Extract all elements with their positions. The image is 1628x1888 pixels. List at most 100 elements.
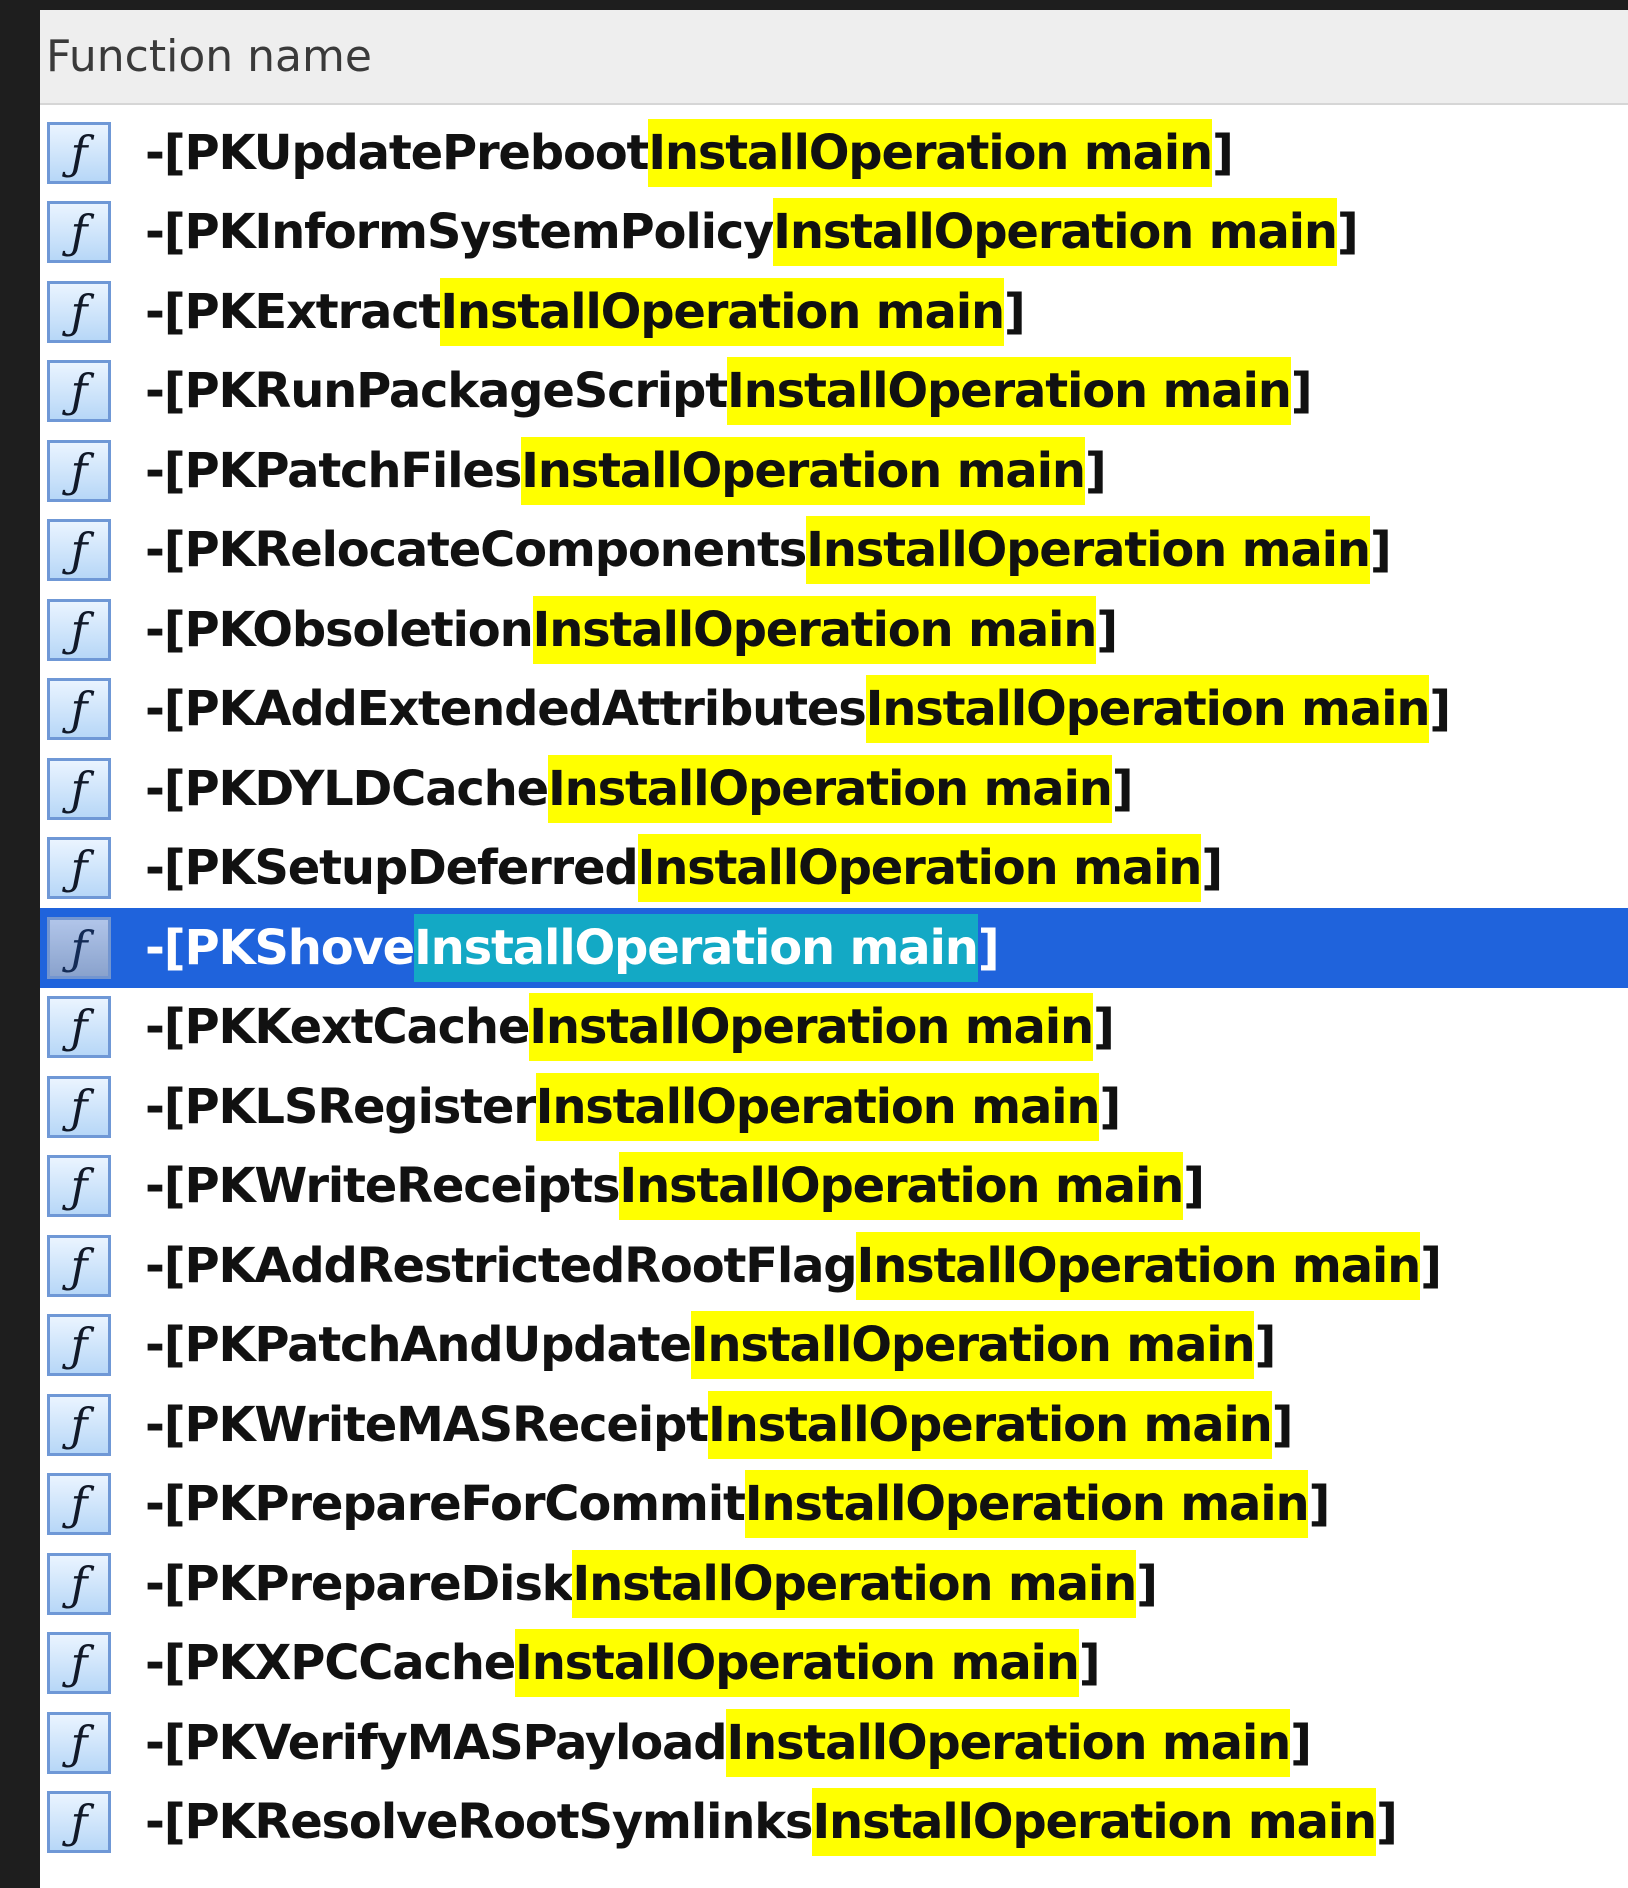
function-name: -[PKKextCacheInstallOperation main]	[145, 993, 1115, 1062]
function-icon: ƒ	[47, 757, 111, 820]
function-name-prefix: -[PKXPCCache	[145, 1635, 516, 1692]
function-name: -[PKPrepareDiskInstallOperation main]	[145, 1549, 1158, 1618]
function-name-suffix: ]	[1084, 442, 1107, 499]
function-name-prefix: -[PKObsoletion	[145, 601, 534, 658]
function-row-selected[interactable]: ƒ -[PKShoveInstallOperation main]	[40, 908, 1628, 988]
function-icon: ƒ	[47, 1314, 111, 1377]
function-row[interactable]: ƒ -[PKResolveRootSymlinksInstallOperation…	[40, 1783, 1628, 1863]
function-icon: ƒ	[47, 1393, 111, 1456]
function-icon: ƒ	[47, 1791, 111, 1854]
function-name: -[PKUpdatePrebootInstallOperation main]	[145, 118, 1234, 187]
function-row[interactable]: ƒ -[PKVerifyMASPayloadInstallOperation ma…	[40, 1703, 1628, 1783]
function-row[interactable]: ƒ -[PKPatchAndUpdateInstallOperation main…	[40, 1306, 1628, 1386]
function-name: -[PKDYLDCacheInstallOperation main]	[145, 754, 1134, 823]
function-icon: ƒ	[47, 280, 111, 343]
function-icon: ƒ	[47, 439, 111, 502]
function-name-prefix: -[PKShove	[145, 919, 415, 976]
function-name: -[PKPrepareForCommitInstallOperation mai…	[145, 1470, 1330, 1539]
function-icon: ƒ	[47, 837, 111, 900]
function-icon: ƒ	[47, 1234, 111, 1297]
function-icon: ƒ	[47, 121, 111, 184]
search-match-highlight: InstallOperation main	[648, 118, 1213, 187]
function-name-prefix: -[PKDYLDCache	[145, 760, 549, 817]
function-name-suffix: ]	[1429, 681, 1451, 738]
function-name-suffix: ]	[1336, 204, 1359, 261]
function-row[interactable]: ƒ -[PKAddRestrictedRootFlagInstallOperati…	[40, 1226, 1628, 1306]
function-row[interactable]: ƒ -[PKWriteReceiptsInstallOperation main]	[40, 1147, 1628, 1227]
function-name: -[PKExtractInstallOperation main]	[145, 277, 1026, 346]
function-name-suffix: ]	[1003, 283, 1026, 340]
search-match-highlight: InstallOperation main	[806, 516, 1371, 585]
function-name: -[PKAddExtendedAttributesInstallOperatio…	[145, 675, 1451, 744]
function-row[interactable]: ƒ -[PKWriteMASReceiptInstallOperation mai…	[40, 1385, 1628, 1465]
function-name: -[PKRelocateComponentsInstallOperation m…	[145, 516, 1392, 585]
search-match-highlight: InstallOperation main	[515, 1629, 1080, 1698]
function-row[interactable]: ƒ -[PKExtractInstallOperation main]	[40, 272, 1628, 352]
function-name-prefix: -[PKWriteMASReceipt	[145, 1396, 709, 1453]
function-name-suffix: ]	[1211, 124, 1234, 181]
function-row[interactable]: ƒ -[PKRelocateComponentsInstallOperation …	[40, 511, 1628, 591]
function-name-prefix: -[PKRunPackageScript	[145, 363, 728, 420]
column-header-function-name[interactable]: Function name	[40, 10, 1628, 105]
search-match-highlight: InstallOperation main	[414, 913, 979, 982]
function-icon: ƒ	[47, 1075, 111, 1138]
function-row[interactable]: ƒ -[PKKextCacheInstallOperation main]	[40, 988, 1628, 1068]
function-icon: ƒ	[47, 916, 111, 979]
function-row[interactable]: ƒ -[PKObsoletionInstallOperation main]	[40, 590, 1628, 670]
function-row[interactable]: ƒ -[PKInformSystemPolicyInstallOperation …	[40, 193, 1628, 273]
function-name: -[PKLSRegisterInstallOperation main]	[145, 1072, 1121, 1141]
function-row[interactable]: ƒ -[PKPatchFilesInstallOperation main]	[40, 431, 1628, 511]
function-name-suffix: ]	[977, 919, 1000, 976]
function-name: -[PKResolveRootSymlinksInstallOperation …	[145, 1788, 1398, 1857]
search-match-highlight: InstallOperation main	[572, 1549, 1137, 1618]
function-row[interactable]: ƒ -[PKRunPackageScriptInstallOperation ma…	[40, 352, 1628, 432]
function-name: -[PKWriteReceiptsInstallOperation main]	[145, 1152, 1205, 1221]
function-name-prefix: -[PKExtract	[145, 283, 441, 340]
function-row[interactable]: ƒ -[PKPrepareDiskInstallOperation main]	[40, 1544, 1628, 1624]
function-icon: ƒ	[47, 519, 111, 582]
function-name-prefix: -[PKInformSystemPolicy	[145, 204, 774, 261]
function-name-prefix: -[PKAddRestrictedRootFlag	[145, 1237, 858, 1294]
function-name-suffix: ]	[1308, 1476, 1330, 1533]
search-match-highlight: InstallOperation main	[521, 436, 1086, 505]
search-match-highlight: InstallOperation main	[726, 357, 1292, 426]
function-name-prefix: -[PKSetupDeferred	[145, 840, 639, 897]
search-match-highlight: InstallOperation main	[744, 1470, 1310, 1539]
search-match-highlight: InstallOperation main	[547, 754, 1113, 823]
search-match-highlight: InstallOperation main	[690, 1311, 1256, 1380]
function-name-prefix: -[PKPrepareForCommit	[145, 1476, 746, 1533]
search-match-highlight: InstallOperation main	[726, 1708, 1291, 1777]
function-name-suffix: ]	[1376, 1794, 1398, 1851]
function-row[interactable]: ƒ -[PKXPCCacheInstallOperation main]	[40, 1624, 1628, 1704]
function-icon: ƒ	[47, 201, 111, 264]
function-name-suffix: ]	[1271, 1396, 1294, 1453]
function-row[interactable]: ƒ -[PKUpdatePrebootInstallOperation main]	[40, 113, 1628, 193]
function-name: -[PKShoveInstallOperation main]	[145, 913, 1000, 982]
function-name: -[PKPatchFilesInstallOperation main]	[145, 436, 1107, 505]
function-name-suffix: ]	[1096, 601, 1118, 658]
function-name-prefix: -[PKResolveRootSymlinks	[145, 1794, 814, 1851]
function-row[interactable]: ƒ -[PKLSRegisterInstallOperation main]	[40, 1067, 1628, 1147]
column-header-label: Function name	[46, 31, 372, 82]
search-match-highlight: InstallOperation main	[773, 198, 1338, 267]
search-match-highlight: InstallOperation main	[535, 1072, 1101, 1141]
function-row[interactable]: ƒ -[PKDYLDCacheInstallOperation main]	[40, 749, 1628, 829]
function-name-prefix: -[PKUpdatePreboot	[145, 124, 649, 181]
function-icon: ƒ	[47, 598, 111, 661]
function-name: -[PKAddRestrictedRootFlagInstallOperatio…	[145, 1231, 1442, 1300]
function-row[interactable]: ƒ -[PKAddExtendedAttributesInstallOperati…	[40, 670, 1628, 750]
function-row[interactable]: ƒ -[PKSetupDeferredInstallOperation main]	[40, 829, 1628, 909]
function-name-prefix: -[PKAddExtendedAttributes	[145, 681, 867, 738]
function-icon: ƒ	[47, 1155, 111, 1218]
function-name-prefix: -[PKRelocateComponents	[145, 522, 807, 579]
function-name: -[PKWriteMASReceiptInstallOperation main…	[145, 1390, 1294, 1459]
search-match-highlight: InstallOperation main	[619, 1152, 1184, 1221]
function-name-prefix: -[PKVerifyMASPayload	[145, 1714, 728, 1771]
function-name-suffix: ]	[1092, 999, 1115, 1056]
function-row[interactable]: ƒ -[PKPrepareForCommitInstallOperation ma…	[40, 1465, 1628, 1545]
function-list-panel: Function name ƒ -[PKUpdatePrebootInstallO…	[40, 10, 1628, 1888]
function-name: -[PKInformSystemPolicyInstallOperation m…	[145, 198, 1359, 267]
function-name-suffix: ]	[1369, 522, 1392, 579]
search-match-highlight: InstallOperation main	[532, 595, 1097, 664]
function-name-prefix: -[PKKextCache	[145, 999, 530, 1056]
